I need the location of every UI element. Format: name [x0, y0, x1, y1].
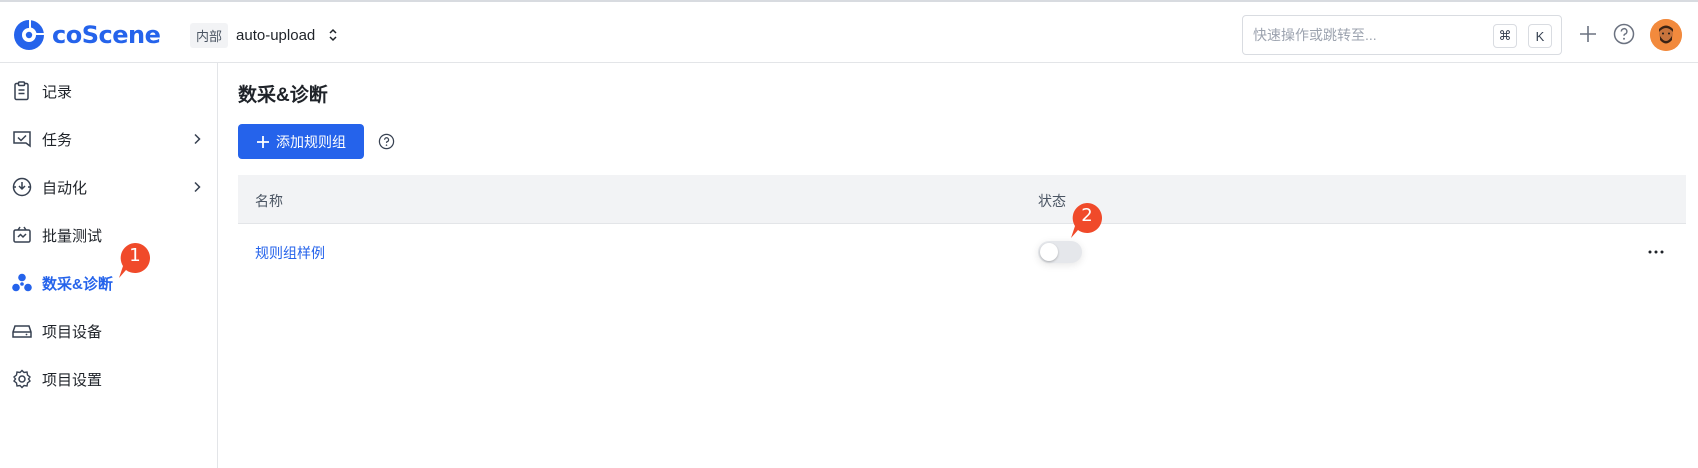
- project-visibility-badge: 内部: [190, 22, 229, 48]
- sidebar-item-label: 记录: [42, 83, 73, 101]
- sidebar-item-label: 任务: [42, 131, 73, 149]
- toggle-knob: [1040, 243, 1058, 261]
- quick-search[interactable]: ⌘ K: [1242, 15, 1562, 55]
- clipboard-icon: [14, 81, 29, 101]
- callout-number: 2: [1081, 205, 1093, 226]
- status-toggle[interactable]: [1038, 241, 1082, 263]
- sidebar-item-label: 自动化: [42, 179, 88, 197]
- diagnosis-icon: [12, 273, 32, 292]
- avatar-image: [1650, 19, 1682, 51]
- sidebar-item-label: 项目设备: [42, 323, 103, 341]
- callout-marker-1: 1: [118, 241, 152, 278]
- sidebar-item-records[interactable]: 记录: [0, 67, 217, 115]
- callout-marker-2: 2: [1070, 201, 1104, 238]
- coscene-logo-icon: [14, 20, 44, 50]
- page-title: 数采&诊断: [238, 85, 328, 106]
- column-header-status: 状态: [1038, 193, 1066, 209]
- sidebar-item-batch-test[interactable]: 批量测试: [0, 211, 217, 259]
- automation-icon: [12, 177, 32, 197]
- sidebar-item-settings[interactable]: 项目设置: [0, 355, 217, 403]
- more-actions-button[interactable]: [1644, 242, 1668, 262]
- k-key-hint: K: [1528, 24, 1552, 48]
- sidebar-item-label: 项目设置: [42, 371, 103, 389]
- callout-number: 1: [129, 245, 141, 266]
- chevron-right-icon: [194, 181, 201, 193]
- batch-test-icon: [13, 226, 31, 243]
- add-rule-group-label: 添加规则组: [276, 133, 346, 150]
- search-input[interactable]: [1253, 25, 1483, 45]
- gear-icon: [13, 369, 31, 389]
- chevron-up-down-icon: [329, 28, 337, 42]
- sidebar: 记录 任务 自动化 批量测试 数采&诊断 项目设备 项目设置: [0, 63, 218, 468]
- device-icon: [12, 325, 32, 338]
- table-header: 名称 状态: [238, 175, 1686, 224]
- sidebar-item-automation[interactable]: 自动化: [0, 163, 217, 211]
- sidebar-item-label: 批量测试: [42, 227, 103, 245]
- help-icon[interactable]: [1612, 22, 1636, 46]
- brand-name: coScene: [52, 21, 161, 49]
- sidebar-item-data-diagnosis[interactable]: 数采&诊断: [0, 259, 217, 307]
- table-row: 规则组样例: [238, 224, 1686, 280]
- sidebar-item-tasks[interactable]: 任务: [0, 115, 217, 163]
- task-icon: [13, 131, 31, 148]
- command-key-hint: ⌘: [1493, 24, 1517, 48]
- plus-icon: [257, 135, 269, 148]
- user-avatar[interactable]: [1650, 19, 1682, 51]
- sidebar-item-label: 数采&诊断: [42, 275, 113, 293]
- coscene-logo[interactable]: coScene: [12, 17, 161, 53]
- plus-icon[interactable]: [1576, 22, 1600, 46]
- ellipsis-icon: [1648, 250, 1664, 254]
- sidebar-item-devices[interactable]: 项目设备: [0, 307, 217, 355]
- rule-group-name-link[interactable]: 规则组样例: [255, 243, 325, 263]
- project-switcher[interactable]: 内部 auto-upload: [190, 22, 339, 48]
- project-name: auto-upload: [236, 26, 316, 44]
- column-header-name: 名称: [255, 193, 283, 209]
- add-rule-group-button[interactable]: 添加规则组: [238, 124, 364, 159]
- chevron-right-icon: [194, 133, 201, 145]
- top-bar: coScene 内部 auto-upload ⌘ K: [0, 0, 1698, 63]
- help-icon[interactable]: [378, 133, 395, 150]
